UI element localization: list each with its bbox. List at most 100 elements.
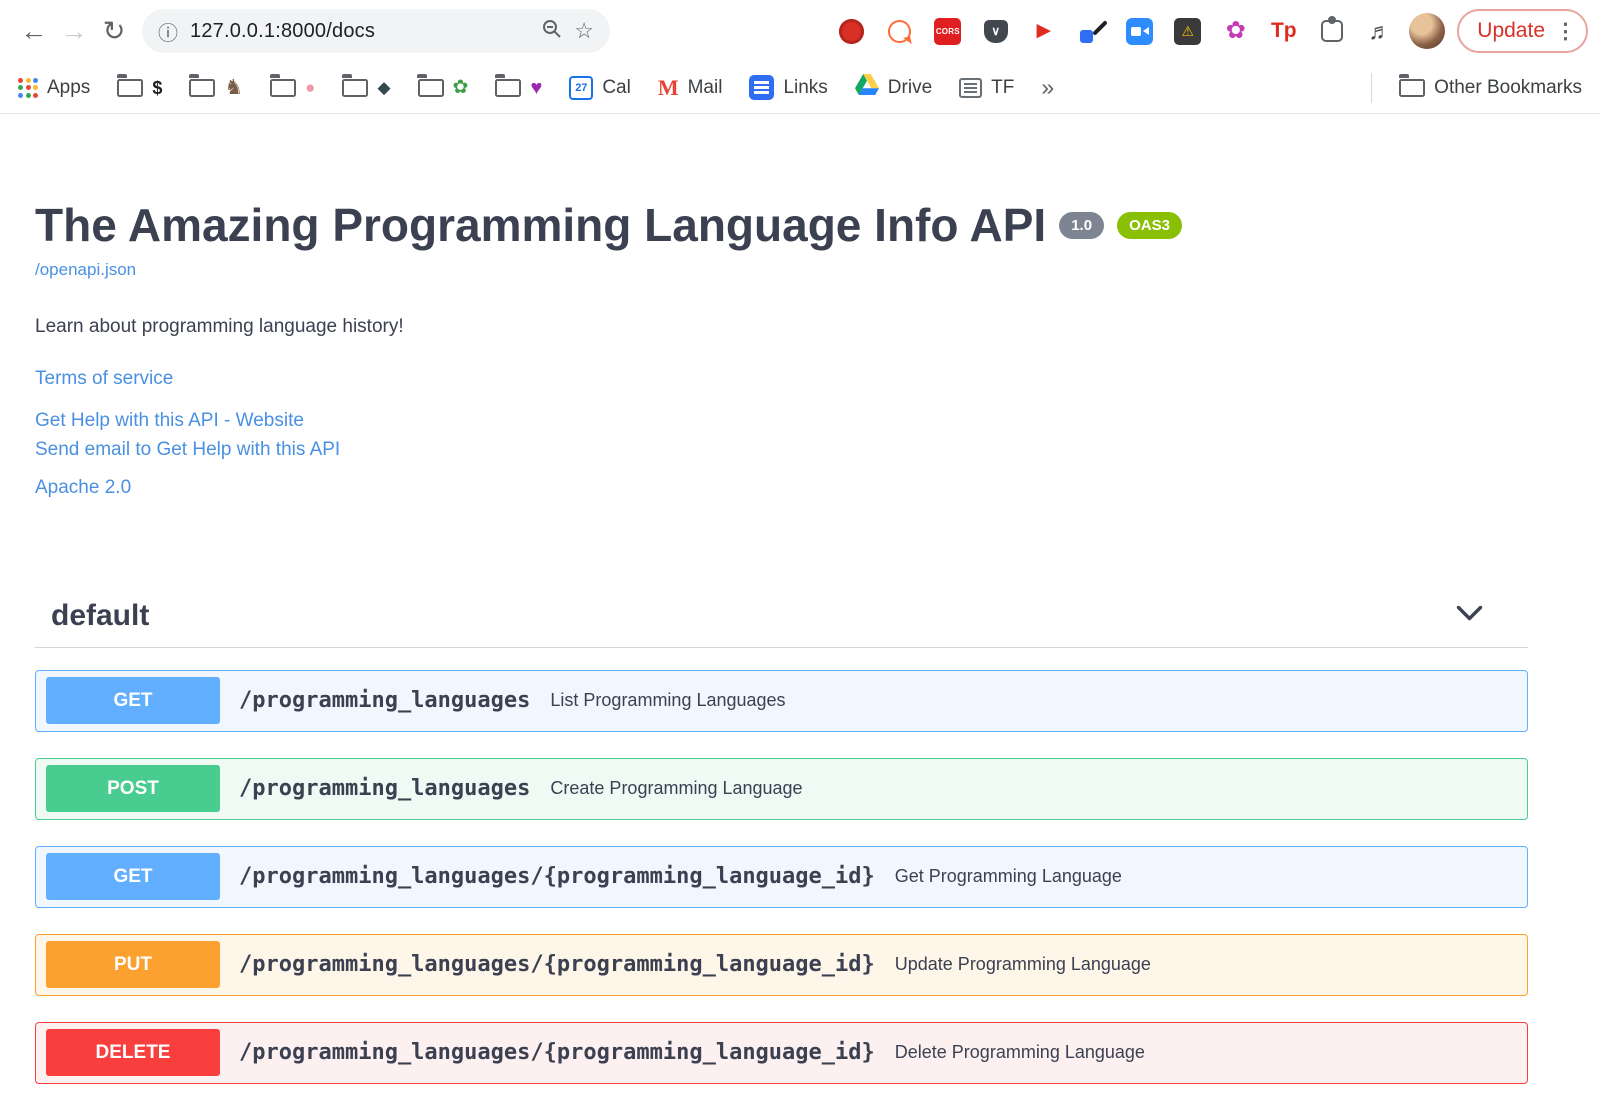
bookmark-folder-leaf[interactable]: ✿ [417, 73, 469, 98]
folder-icon [417, 73, 444, 97]
media-queue-icon: ♬ [1368, 17, 1392, 44]
zoom-icon[interactable] [542, 19, 562, 44]
bookmark-star-icon[interactable]: ☆ [574, 18, 594, 44]
puzzle-piece-icon [1320, 16, 1343, 42]
flower-extension-icon[interactable]: ✿ [1222, 18, 1249, 45]
endpoint-path: /programming_languages/{programming_lang… [239, 864, 875, 890]
site-info-icon[interactable]: ⓘ [158, 17, 178, 46]
eyedropper-icon [1079, 18, 1105, 44]
folder-icon [494, 73, 522, 97]
bookmarks-bar: Apps $ ♞ ● ◆ ✿ ♥ 27 Cal M Mail Links Dri… [0, 62, 1600, 114]
folder-icon [269, 73, 297, 97]
warning-extension-icon[interactable]: ⚠ [1174, 17, 1202, 45]
update-button[interactable]: Update ⋮ [1457, 9, 1588, 53]
chat-extension-icon[interactable] [886, 18, 913, 45]
endpoint-summary: Update Programming Language [894, 954, 1151, 975]
mail-label: Mail [687, 76, 723, 98]
bookmark-links[interactable]: Links [749, 75, 828, 100]
endpoint-row-delete-language[interactable]: DELETE /programming_languages/{programmi… [35, 1021, 1528, 1084]
bookmark-calendar[interactable]: 27 Cal [569, 75, 631, 100]
apps-shortcut[interactable]: Apps [18, 77, 90, 99]
purple-heart-icon: ♥ [530, 76, 543, 99]
chat-bubble-icon [888, 19, 912, 43]
method-badge: DELETE [46, 1029, 220, 1077]
pocket-icon: ∨ [983, 19, 1008, 43]
api-description: Learn about programming language history… [35, 315, 404, 337]
title-row: The Amazing Programming Language Info AP… [35, 200, 1528, 251]
calendar-label: Cal [602, 76, 631, 98]
apps-grid-icon [18, 77, 38, 98]
other-bookmarks[interactable]: Other Bookmarks [1398, 73, 1582, 99]
warning-icon: ⚠ [1174, 17, 1202, 45]
redirect-extension-icon[interactable]: ► [1030, 18, 1057, 45]
endpoint-row-create-language[interactable]: POST /programming_languages Create Progr… [35, 757, 1528, 820]
version-badge: 1.0 [1059, 212, 1105, 239]
email-link[interactable]: Send email to Get Help with this API [35, 435, 1528, 464]
gmail-icon: M [657, 74, 679, 100]
tp-extension-icon[interactable]: Tp [1270, 18, 1297, 45]
contact-links: Get Help with this API - Website Send em… [35, 406, 1528, 464]
bookmark-drive[interactable]: Drive [854, 73, 933, 102]
eyedropper-extension-icon[interactable] [1078, 18, 1105, 45]
cors-badge-icon: CORS [934, 17, 962, 45]
other-bookmarks-label: Other Bookmarks [1434, 76, 1582, 98]
grad-cap-icon: ◆ [377, 78, 391, 97]
bookmark-folder-brain[interactable]: ● [269, 73, 316, 97]
bookmark-mail[interactable]: M Mail [658, 75, 723, 101]
url-text[interactable]: 127.0.0.1:8000/docs [190, 20, 530, 43]
address-bar[interactable]: ⓘ 127.0.0.1:8000/docs ☆ [142, 9, 610, 53]
api-links: Terms of service Get Help with this API … [35, 368, 1528, 499]
tf-label: TF [991, 76, 1015, 98]
video-camera-icon [1126, 17, 1154, 45]
endpoint-summary: Delete Programming Language [894, 1042, 1145, 1063]
endpoint-row-update-language[interactable]: PUT /programming_languages/{programming_… [35, 933, 1528, 996]
brain-icon: ● [305, 78, 316, 97]
bookmark-folder-horse[interactable]: ♞ [188, 73, 244, 99]
media-queue-extension-icon[interactable]: ♬ [1366, 18, 1393, 45]
bookmark-folder-grad-cap[interactable]: ◆ [341, 73, 391, 97]
forward-icon[interactable]: → [54, 16, 94, 47]
folder-icon [341, 73, 369, 97]
kebab-menu-icon[interactable]: ⋮ [1555, 19, 1576, 44]
method-badge: POST [46, 765, 220, 813]
reload-icon[interactable]: ↻ [94, 16, 134, 47]
apps-label: Apps [47, 76, 91, 98]
pocket-extension-icon[interactable]: ∨ [982, 18, 1009, 45]
links-icon [749, 75, 775, 100]
horse-icon: ♞ [224, 76, 244, 99]
folder-icon [188, 73, 216, 97]
chevron-down-icon[interactable] [1456, 605, 1483, 627]
calendar-icon: 27 [569, 75, 594, 100]
endpoint-row-list-languages[interactable]: GET /programming_languages List Programm… [35, 669, 1528, 732]
license-link[interactable]: Apache 2.0 [35, 477, 1528, 499]
terms-of-service-link[interactable]: Terms of service [35, 368, 1528, 390]
endpoint-row-get-language[interactable]: GET /programming_languages/{programming_… [35, 845, 1528, 908]
leaf-icon: ✿ [452, 77, 469, 98]
bookmark-folder-purple-heart[interactable]: ♥ [494, 73, 543, 99]
oas3-badge: OAS3 [1117, 212, 1182, 239]
page-title: The Amazing Programming Language Info AP… [35, 199, 1047, 251]
cors-extension-icon[interactable]: CORS [934, 17, 962, 45]
endpoint-list: GET /programming_languages List Programm… [35, 669, 1528, 1084]
video-extension-icon[interactable] [1126, 17, 1154, 45]
website-link[interactable]: Get Help with this API - Website [35, 406, 1528, 435]
dollar-icon: $ [152, 77, 163, 98]
method-badge: PUT [46, 941, 220, 989]
puzzle-extension-icon[interactable] [1318, 16, 1345, 45]
section-title: default [51, 598, 150, 632]
bookmarks-divider [1371, 72, 1373, 103]
swagger-page: The Amazing Programming Language Info AP… [0, 114, 1600, 1119]
section-default-header[interactable]: default [35, 599, 1528, 648]
links-label: Links [783, 76, 828, 98]
endpoint-summary: Get Programming Language [894, 866, 1122, 887]
openapi-json-link[interactable]: /openapi.json [35, 260, 136, 280]
bookmarks-overflow-chevron[interactable]: » [1041, 74, 1054, 101]
drive-label: Drive [887, 76, 933, 98]
folder-icon [116, 73, 144, 97]
endpoint-path: /programming_languages [239, 776, 531, 802]
stop-hand-extension-icon[interactable] [838, 18, 865, 45]
back-icon[interactable]: ← [14, 16, 54, 47]
profile-avatar[interactable] [1409, 13, 1446, 49]
bookmark-tf[interactable]: TF [959, 77, 1014, 99]
bookmark-folder-dollar[interactable]: $ [116, 73, 163, 98]
